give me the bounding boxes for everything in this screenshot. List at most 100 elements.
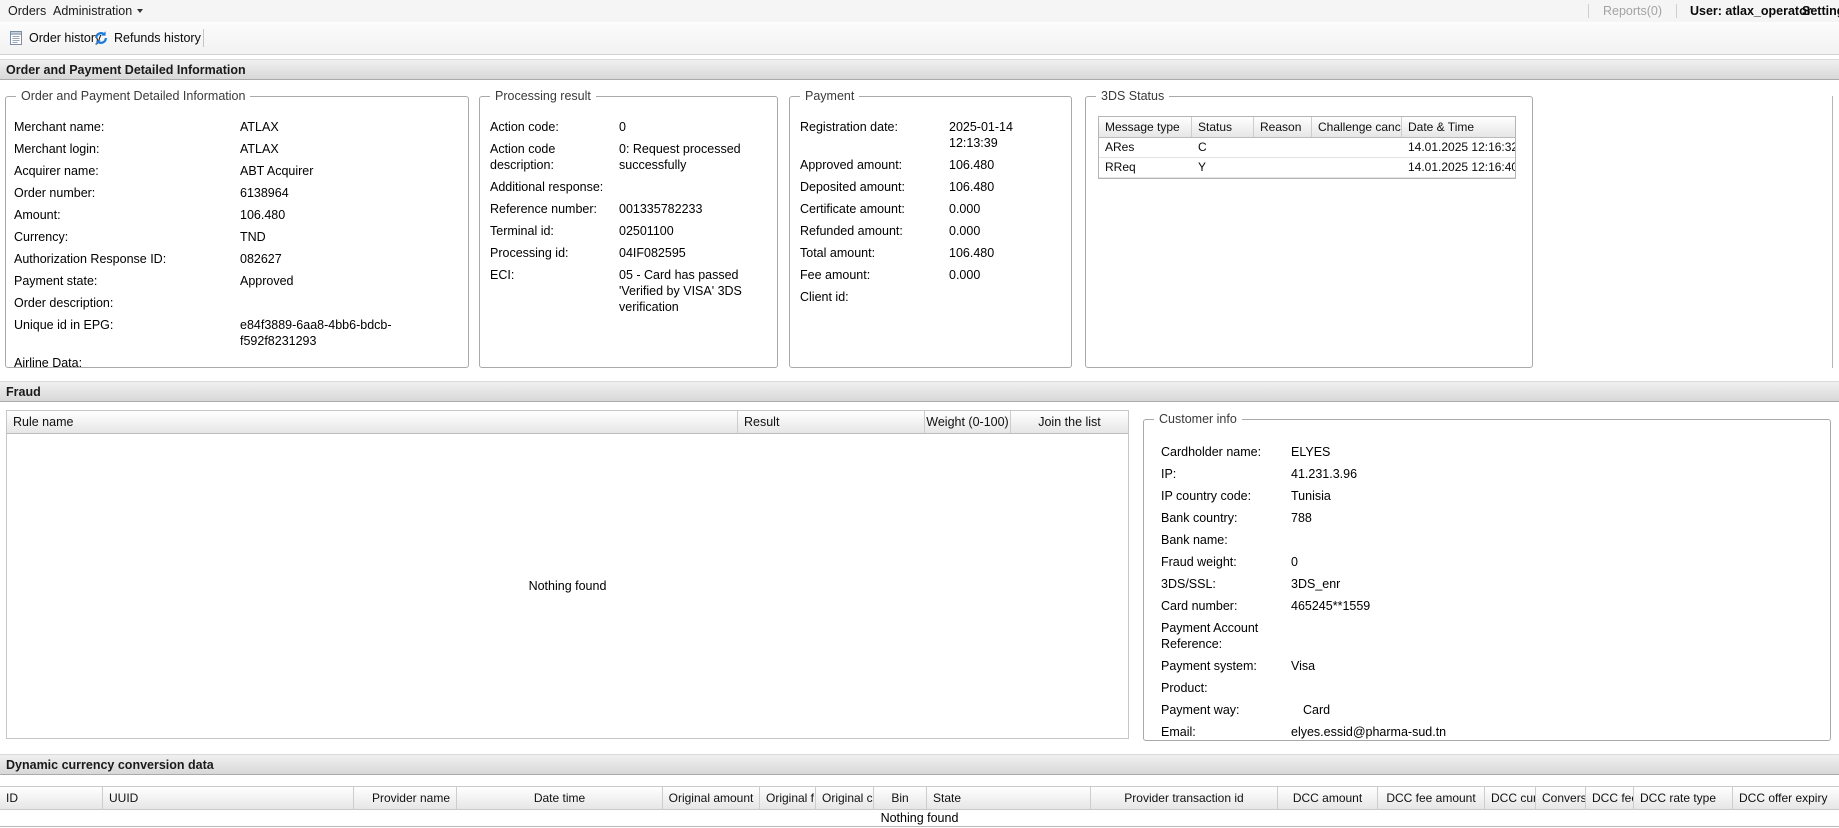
menu-administration[interactable]: Administration [53,0,143,22]
fieldset-payment: Payment Registration date:2025-01-14 12:… [789,96,1072,368]
column-header: Rule name [7,411,738,433]
fieldset-order-info: Order and Payment Detailed Information M… [5,96,469,368]
field-row: Refunded amount:0.000 [790,223,1071,239]
field-row: Approved amount:106.480 [790,157,1071,173]
field-label: Payment state: [14,273,240,289]
customer-info-fields: Cardholder name:ELYESIP:41.231.3.96IP co… [1144,420,1830,740]
column-header: DCC fee amount [1378,787,1485,809]
column-header: Provider name [354,787,457,809]
column-header: Join the list [1011,411,1128,433]
menu-orders[interactable]: Orders [8,0,46,22]
field-label: Payment way: [1161,702,1291,718]
field-label: ECI: [490,267,619,315]
field-row: Reference number:001335782233 [480,201,777,217]
field-row: Authorization Response ID:082627 [6,251,468,267]
field-value: 0.000 [949,267,1071,283]
field-value: 106.480 [949,179,1071,195]
cropped-fieldset-edge [1832,96,1833,368]
field-value: 6138964 [240,185,468,201]
field-row: Payment way:Card [1144,702,1830,718]
order-history-icon [8,30,24,46]
refunds-history-button[interactable]: Refunds history [86,25,208,51]
field-row: Fraud weight:0 [1144,554,1830,570]
cell: ARes [1099,138,1192,157]
field-value: ELYES [1291,444,1830,460]
table-row: RReqY14.01.2025 12:16:40 [1099,158,1515,178]
field-row: Currency:TND [6,229,468,245]
table-header-row: Rule nameResultWeight (0-100)Join the li… [7,411,1128,434]
field-row: Client id: [790,289,1071,305]
section-bar-dcc: Dynamic currency conversion data [0,754,1839,775]
field-row: Certificate amount:0.000 [790,201,1071,217]
field-label: Payment Account Reference: [1161,620,1291,652]
field-label: Airline Data: [14,355,240,367]
field-value: 106.480 [240,207,468,223]
field-row: Card number:465245**1559 [1144,598,1830,614]
field-label: Merchant login: [14,141,240,157]
field-row: ECI:05 - Card has passed 'Verified by VI… [480,267,777,315]
column-header: Conversi [1536,787,1586,809]
field-value: ATLAX [240,141,468,157]
column-header: Date time [457,787,663,809]
chevron-down-icon [137,9,143,13]
dcc-empty-state: Nothing found [0,810,1839,827]
column-header: Result [738,411,925,433]
field-row: Merchant login:ATLAX [6,141,468,157]
field-row: Merchant name:ATLAX [6,119,468,135]
field-row: Total amount:106.480 [790,245,1071,261]
column-header: Weight (0-100) [925,411,1011,433]
column-header: DCC amount [1278,787,1378,809]
menu-reports[interactable]: Reports(0) [1603,0,1662,22]
field-row: Unique id in EPG:e84f3889-6aa8-4bb6-bdcb… [6,317,468,349]
column-header: Original f [760,787,816,809]
field-value: 04IF082595 [619,245,777,261]
column-header: Original amount [663,787,760,809]
section-bar-main: Order and Payment Detailed Information [0,59,1839,80]
payment-fields: Registration date:2025-01-14 12:13:39 App… [790,97,1071,367]
column-header: ID [0,787,103,809]
toolbar: Order history Refunds history [0,22,1839,55]
field-value: Tunisia [1291,488,1830,504]
field-label: Certificate amount: [800,201,949,217]
field-value [1291,532,1830,548]
field-label: Merchant name: [14,119,240,135]
field-row: Cardholder name:ELYES [1144,444,1830,460]
field-label: Card number: [1161,598,1291,614]
field-value: 3DS_enr [1291,576,1830,592]
cell: RReq [1099,158,1192,177]
field-label: Fraud weight: [1161,554,1291,570]
fieldset-3ds-status: 3DS Status Message typeStatusReasonChall… [1085,96,1533,368]
field-label: Acquirer name: [14,163,240,179]
page: Orders Administration Reports(0) User: a… [0,0,1839,828]
field-value [949,289,1071,305]
field-row: Order description: [6,295,468,311]
field-value: ABT Acquirer [240,163,468,179]
table-header-row: IDUUIDProvider nameDate timeOriginal amo… [0,786,1839,810]
field-label: Reference number: [490,201,619,217]
column-header: UUID [103,787,354,809]
field-row: Acquirer name:ABT Acquirer [6,163,468,179]
field-label: Payment system: [1161,658,1291,674]
field-value: e84f3889-6aa8-4bb6-bdcb-f592f8231293 [240,317,468,349]
field-row: Registration date:2025-01-14 12:13:39 [790,119,1071,151]
table-row: AResC14.01.2025 12:16:32 [1099,138,1515,158]
field-label: Cardholder name: [1161,444,1291,460]
section-bar-fraud: Fraud [0,381,1839,402]
field-row: IP country code:Tunisia [1144,488,1830,504]
field-label: Unique id in EPG: [14,317,240,349]
field-label: Client id: [800,289,949,305]
field-label: Email: [1161,724,1291,740]
column-header: DCC curr [1485,787,1536,809]
column-header: Bin [874,787,927,809]
field-label: Deposited amount: [800,179,949,195]
fieldset-processing-result: Processing result Action code:0Action co… [479,96,778,368]
field-label: Action code description: [490,141,619,173]
menu-settings[interactable]: Settings [1802,0,1839,22]
field-row: Payment Account Reference: [1144,620,1830,652]
column-header: Date & Time [1402,117,1515,137]
field-row: Bank country:788 [1144,510,1830,526]
dcc-table: IDUUIDProvider nameDate timeOriginal amo… [0,786,1839,827]
field-value: 001335782233 [619,201,777,217]
toolbar-separator [203,29,204,47]
field-label: Currency: [14,229,240,245]
